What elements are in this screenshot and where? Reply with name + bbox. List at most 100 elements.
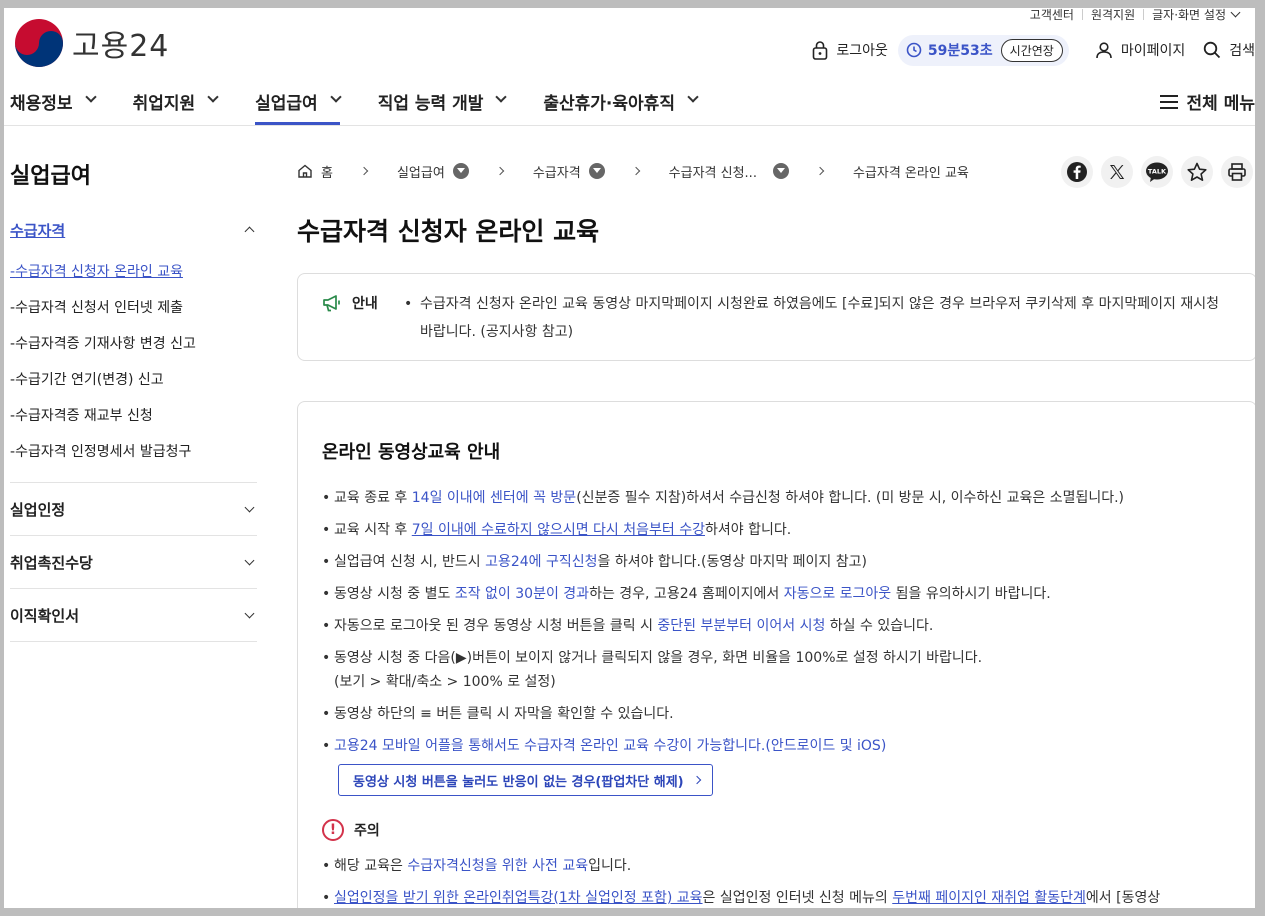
sidebar-title: 실업급여 <box>10 164 91 189</box>
display-settings-dropdown[interactable]: 글자·화면 설정 <box>1144 6 1247 23</box>
kakaotalk-share-button[interactable]: TALK <box>1141 156 1173 188</box>
sidebar-item-online-education[interactable]: -수급자격 신청자 온라인 교육 <box>10 254 257 290</box>
sidebar-group-label: 수급자격 <box>10 221 66 240</box>
sidebar-group-toggle[interactable]: 실업인정 <box>10 483 257 535</box>
chevron-right-icon <box>815 166 825 176</box>
sidebar-group-toggle[interactable]: 이직확인서 <box>10 589 257 641</box>
text: 은 실업인정 인터넷 신청 메뉴의 <box>702 890 893 906</box>
session-timer: 59분53초 시간연장 <box>897 34 1069 66</box>
all-menu-button[interactable]: 전체 메뉴 <box>1159 89 1255 114</box>
sidebar-item-label: 수급자격 인정명세서 발급청구 <box>15 444 192 460</box>
facebook-icon <box>1067 162 1087 182</box>
kakaotalk-text: TALK <box>1148 168 1167 176</box>
dropdown-icon[interactable] <box>452 163 469 179</box>
sidebar-item-change-report[interactable]: -수급자격증 기재사항 변경 신고 <box>10 326 257 362</box>
breadcrumb-item[interactable]: 수급자격 <box>533 162 605 181</box>
taegeuk-logo-icon <box>15 19 63 67</box>
list-item: 동영상 시청 중 다음(▶)버튼이 보이지 않거나 클릭되지 않을 경우, 화면… <box>322 642 1232 694</box>
print-icon <box>1228 163 1246 181</box>
highlight-text: 고용24 모바일 어플을 통해서도 수급자격 온라인 교육 수강이 가능합니다.… <box>334 738 887 754</box>
sidebar-item-label: 수급자격증 기재사항 변경 신고 <box>15 336 196 352</box>
gnb-item-employment-support[interactable]: 취업지원 <box>133 85 219 125</box>
chevron-right-icon <box>359 166 369 176</box>
highlight-text: 두번째 페이지인 재취업 활동단계 <box>892 890 1086 906</box>
favorite-button[interactable] <box>1181 156 1213 188</box>
highlight-text: 중단된 부분부터 이어서 시청 <box>657 618 826 634</box>
breadcrumb-item[interactable]: 실업급여 <box>397 162 469 181</box>
online-education-guide: 온라인 동영상교육 안내 교육 종료 후 14일 이내에 센터에 꼭 방문(신분… <box>297 401 1257 916</box>
popup-block-help-button[interactable]: 동영상 시청 버튼을 눌러도 반응이 없는 경우(팝업차단 해제) <box>338 764 713 796</box>
x-share-button[interactable] <box>1101 156 1133 188</box>
highlight-text: 7일 이내에 수료하지 않으시면 다시 처음부터 수강 <box>411 522 705 538</box>
notice-label-text: 안내 <box>352 296 378 312</box>
breadcrumb-label: 수급자격 <box>532 165 581 181</box>
text: 에서 [동영상 <box>1085 890 1161 906</box>
page-title: 수급자격 신청자 온라인 교육 <box>297 217 600 246</box>
chevron-up-icon <box>244 226 255 236</box>
sidebar-item-label: 수급자격 신청서 인터넷 제출 <box>15 300 183 316</box>
text: 자동으로 로그아웃 된 경우 동영상 시청 버튼을 클릭 시 <box>334 618 658 634</box>
x-icon <box>1110 165 1125 179</box>
chevron-right-icon <box>692 775 701 785</box>
kakaotalk-icon: TALK <box>1146 162 1168 182</box>
timer-value: 59분53초 <box>927 43 993 59</box>
guide-list: 교육 종료 후 14일 이내에 센터에 꼭 방문(신분증 필수 지참)하셔서 수… <box>322 482 1232 796</box>
highlight-text: 수급자격신청을 위한 사전 교육 <box>407 858 589 874</box>
mypage-link[interactable]: 마이페이지 <box>1095 40 1185 60</box>
header-actions: 로그아웃 59분53초 시간연장 마이페이지 검색 <box>794 33 1255 67</box>
gnb-label: 출산휴가·육아휴직 <box>543 94 675 114</box>
search-button[interactable]: 검색 <box>1203 40 1255 60</box>
text: 교육 시작 후 <box>334 522 412 538</box>
brand-name: 고용24 <box>72 29 170 64</box>
dropdown-icon[interactable] <box>772 163 789 179</box>
gnb-item-jobs[interactable]: 채용정보 <box>10 85 97 125</box>
sidebar-item-period-extension[interactable]: -수급기간 연기(변경) 신고 <box>10 362 257 398</box>
lock-icon <box>813 41 828 60</box>
gnb-item-parental-leave[interactable]: 출산휴가·육아휴직 <box>543 85 699 125</box>
chevron-down-icon <box>330 91 342 103</box>
customer-center-link[interactable]: 고객센터 <box>1022 6 1082 23</box>
remote-support-link[interactable]: 원격지원 <box>1083 6 1143 23</box>
sidebar-item-label: 수급자격 신청자 온라인 교육 <box>15 264 183 280</box>
highlight-text: 14일 이내에 센터에 꼭 방문 <box>411 490 577 506</box>
logout-button[interactable]: 로그아웃 <box>812 40 888 60</box>
facebook-share-button[interactable] <box>1061 156 1093 188</box>
chevron-down-icon <box>244 502 255 512</box>
highlight-text: 자동으로 로그아웃 <box>783 586 892 602</box>
notice-text: 수급자격 신청자 온라인 교육 동영상 마지막페이지 시청완료 하였음에도 [수… <box>404 290 1234 346</box>
all-menu-label: 전체 메뉴 <box>1186 94 1255 114</box>
gnb-label: 채용정보 <box>10 94 73 114</box>
chevron-down-icon <box>207 91 219 103</box>
sidebar-item-reissue[interactable]: -수급자격증 재교부 신청 <box>10 398 257 434</box>
sidebar-group-label: 이직확인서 <box>10 606 80 625</box>
text: 동영상 시청 중 다음(▶)버튼이 보이지 않거나 클릭되지 않을 경우, 화면… <box>334 650 983 666</box>
extend-session-button[interactable]: 시간연장 <box>1000 38 1063 62</box>
breadcrumb-home[interactable]: 홈 <box>297 162 333 181</box>
text: 해당 교육은 <box>334 858 408 874</box>
button-label: 동영상 시청 버튼을 눌러도 반응이 없는 경우(팝업차단 해제) <box>353 774 684 790</box>
gnb-item-vocational-training[interactable]: 직업 능력 개발 <box>378 85 508 125</box>
sidebar-group-toggle[interactable]: 취업촉진수당 <box>10 536 257 588</box>
sidebar-group-unemployment-recognition: 실업인정 <box>10 483 257 536</box>
display-settings-label: 글자·화면 설정 <box>1152 7 1226 22</box>
sidebar-item-statement-request[interactable]: -수급자격 인정명세서 발급청구 <box>10 434 257 470</box>
chevron-right-icon <box>631 166 640 176</box>
breadcrumb-item[interactable]: 수급자격 신청... <box>669 162 789 181</box>
breadcrumb-current: 수급자격 온라인 교육 <box>853 162 969 181</box>
site-logo[interactable]: 고용24 <box>14 18 169 68</box>
clock-icon <box>906 42 922 58</box>
gnb-item-unemployment-benefits[interactable]: 실업급여 <box>255 85 342 125</box>
highlight-text: 고용24에 구직신청 <box>485 554 598 570</box>
sidebar-group-toggle[interactable]: 수급자격 <box>10 210 257 250</box>
sidebar-item-application-submit[interactable]: -수급자격 신청서 인터넷 제출 <box>10 290 257 326</box>
dropdown-icon[interactable] <box>588 163 605 179</box>
caution-label: 주의 <box>354 823 380 839</box>
chevron-down-icon <box>1230 7 1241 17</box>
print-button[interactable] <box>1221 156 1253 188</box>
sidebar-group-separation-certificate: 이직확인서 <box>10 589 257 642</box>
text: 입니다. <box>588 858 632 874</box>
list-item: 교육 시작 후 7일 이내에 수료하지 않으시면 다시 처음부터 수강하셔야 합… <box>322 514 1232 546</box>
utility-bar: 고객센터 원격지원 글자·화면 설정 <box>1022 4 1247 24</box>
breadcrumb-home-label: 홈 <box>321 165 333 181</box>
text: 을 하셔야 합니다.(동영상 마지막 페이지 참고) <box>597 554 867 570</box>
